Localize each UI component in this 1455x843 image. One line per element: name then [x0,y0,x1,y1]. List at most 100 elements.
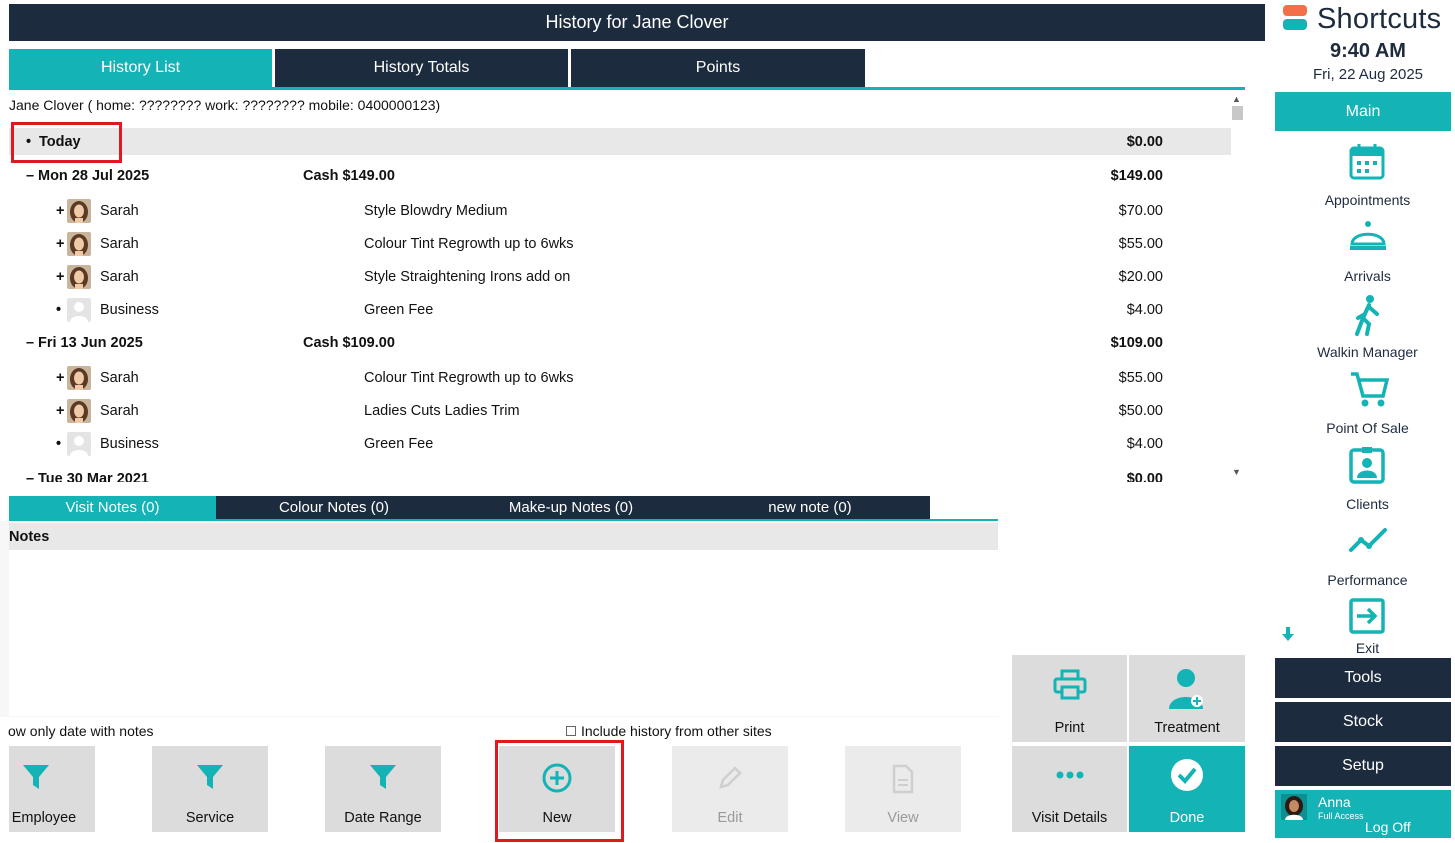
user-panel[interactable]: Anna Full Access Log Off [1275,790,1451,838]
sidebar-item-exit[interactable]: Exit [1275,592,1455,656]
date-range-label: Date Range [344,810,422,826]
done-label: Done [1169,810,1205,826]
service-name: Green Fee [364,301,434,318]
visit-total: $0.00 [1126,470,1163,483]
service-name: Style Blowdry Medium [364,202,508,219]
treatment-button[interactable]: Treatment [1129,655,1245,742]
history-list[interactable]: Jane Clover ( home: ???????? work: ?????… [9,92,1245,482]
include-other-sites-checkbox[interactable] [566,726,576,736]
employee-filter-button[interactable]: Employee [9,746,95,832]
scroll-up-arrow[interactable]: ▲ [1232,94,1241,104]
sidebar-item-label: Arrivals [1344,268,1391,284]
service-filter-button[interactable]: Service [152,746,268,832]
scroll-down-icon[interactable] [1282,627,1294,644]
app-name: Shortcuts [1317,3,1442,35]
expand-marker[interactable]: + [56,361,64,394]
service-price: $4.00 [1126,435,1163,452]
tabs-underline [9,87,1245,90]
expand-marker[interactable]: + [56,260,64,293]
business-avatar [67,297,91,322]
sidebar-item-appointments[interactable]: Appointments [1275,136,1455,212]
service-label: Service [185,810,235,826]
tab-visit-notes[interactable]: Visit Notes (0) [9,496,216,519]
staff-name: Sarah [100,402,139,419]
show-only-notes-option[interactable]: ow only date with notes [8,723,154,739]
visit-payment: Cash $149.00 [303,167,395,184]
done-button[interactable]: Done [1129,746,1245,832]
sidebar-item-clients[interactable]: Clients [1275,440,1455,516]
tab-points[interactable]: Points [571,49,865,87]
visit-row[interactable]: – Tue 30 Mar 2021 $0.00 [9,462,1231,483]
document-icon [891,764,915,798]
sidebar-item-label: Walkin Manager [1317,344,1418,360]
today-highlight-box [11,122,122,163]
main-menu-header[interactable]: Main [1275,92,1451,131]
visit-payment: Cash $109.00 [303,334,395,351]
sidebar-item-label: Point Of Sale [1326,420,1409,436]
list-item[interactable]: + Sarah Ladies Cuts Ladies Trim $50.00 [9,394,1231,427]
tab-history-list[interactable]: History List [9,49,272,87]
view-button[interactable]: View [845,746,961,832]
print-label: Print [1054,720,1085,736]
list-item[interactable]: + Sarah Style Blowdry Medium $70.00 [9,194,1231,227]
notes-tabs-underline [9,519,998,521]
date-range-filter-button[interactable]: Date Range [325,746,441,832]
sidebar-item-label: Performance [1327,572,1408,588]
expand-marker[interactable]: + [56,194,64,227]
shortcuts-logo-icon [1283,4,1307,35]
collapse-marker[interactable]: – [26,462,34,483]
cart-icon [1349,370,1390,411]
sidebar-item-point-of-sale[interactable]: Point Of Sale [1275,364,1455,440]
visit-total: $109.00 [1110,334,1163,351]
tab-colour-notes[interactable]: Colour Notes (0) [216,496,452,519]
service-price: $4.00 [1126,301,1163,318]
user-name: Anna [1318,794,1351,810]
employee-label: Employee [11,810,77,826]
today-row[interactable]: • Today $0.00 [9,128,1231,155]
service-name: Colour Tint Regrowth up to 6wks [364,369,574,386]
collapse-marker[interactable]: – [26,159,34,192]
sidebar-item-arrivals[interactable]: Arrivals [1275,212,1455,288]
notes-body[interactable] [9,550,998,716]
stock-button[interactable]: Stock [1275,702,1451,742]
scroll-down-arrow[interactable]: ▼ [1232,467,1241,477]
include-other-sites-option[interactable]: Include history from other sites [566,723,772,739]
business-avatar [67,431,91,456]
today-total: $0.00 [1126,133,1163,150]
list-item[interactable]: + Sarah Style Straightening Irons add on… [9,260,1231,293]
visit-details-button[interactable]: Visit Details [1012,746,1127,832]
visit-row[interactable]: – Fri 13 Jun 2025 Cash $109.00 $109.00 [9,326,1231,359]
sidebar-item-performance[interactable]: Performance [1275,516,1455,592]
clock-time: 9:40 AM [1330,40,1406,62]
log-off-link[interactable]: Log Off [1365,819,1411,835]
collapse-marker[interactable]: – [26,326,34,359]
expand-marker[interactable]: + [56,227,64,260]
notes-tabs: Visit Notes (0) Colour Notes (0) Make-up… [9,496,930,519]
staff-name: Sarah [100,235,139,252]
new-highlight-box [495,740,624,842]
print-button[interactable]: Print [1012,655,1127,742]
avatar [1281,794,1307,823]
scrollbar-thumb[interactable] [1232,106,1243,120]
list-item[interactable]: • Business Green Fee $4.00 [9,427,1231,460]
visit-row[interactable]: – Mon 28 Jul 2025 Cash $149.00 $149.00 [9,159,1231,192]
staff-name: Business [100,301,159,318]
service-price: $70.00 [1118,202,1163,219]
tab-new-note[interactable]: new note (0) [690,496,930,519]
edit-button[interactable]: Edit [672,746,788,832]
expand-marker[interactable]: + [56,394,64,427]
bullet-marker: • [56,435,62,452]
staff-name: Business [100,435,159,452]
notes-header: Notes [9,523,998,550]
tab-history-totals[interactable]: History Totals [275,49,568,87]
tools-button[interactable]: Tools [1275,658,1451,698]
sidebar-item-walkin-manager[interactable]: Walkin Manager [1275,288,1455,364]
staff-avatar [67,365,91,390]
setup-button[interactable]: Setup [1275,746,1451,786]
bell-icon [1349,218,1387,257]
list-item[interactable]: + Sarah Colour Tint Regrowth up to 6wks … [9,361,1231,394]
list-item[interactable]: + Sarah Colour Tint Regrowth up to 6wks … [9,227,1231,260]
tab-makeup-notes[interactable]: Make-up Notes (0) [452,496,690,519]
window-title: History for Jane Clover [9,4,1265,41]
list-item[interactable]: • Business Green Fee $4.00 [9,293,1231,326]
